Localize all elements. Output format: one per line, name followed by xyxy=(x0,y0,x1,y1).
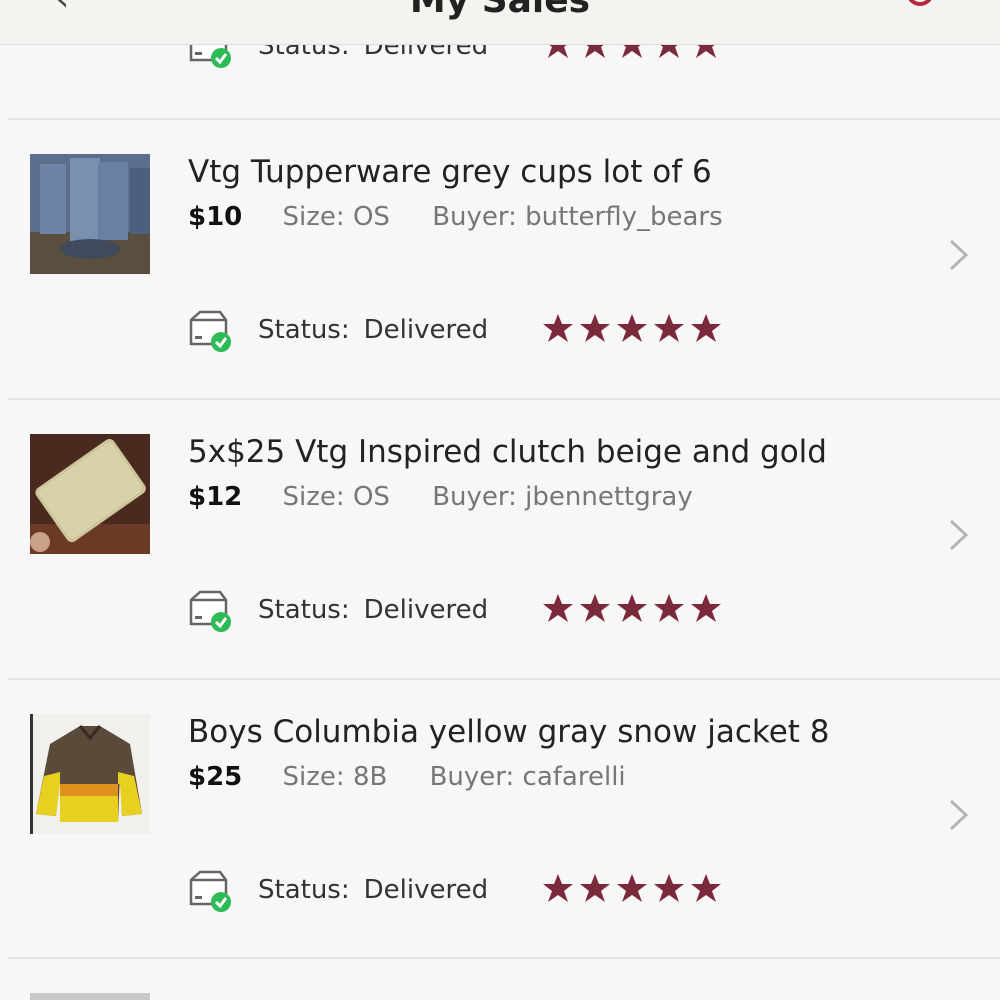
star-icon xyxy=(617,594,647,622)
star-icon xyxy=(543,594,573,622)
order-status: Status: Delivered xyxy=(188,866,488,914)
status-label: Status: xyxy=(258,315,350,345)
item-price: $10 xyxy=(188,202,243,232)
item-buyer: Buyer: jbennettgray xyxy=(432,482,693,512)
list-item[interactable]: 5x$25 Vtg Inspired clutch beige and gold… xyxy=(8,398,1000,678)
item-thumbnail xyxy=(30,154,150,274)
item-size: Size: OS xyxy=(282,482,390,512)
chevron-right-icon[interactable] xyxy=(948,518,970,552)
item-price: $25 xyxy=(188,762,243,792)
rating-stars xyxy=(542,593,727,623)
item-thumbnail xyxy=(30,434,150,554)
item-meta: $10 Size: OS Buyer: butterfly_bears xyxy=(188,202,723,232)
star-icon xyxy=(654,314,684,342)
star-icon xyxy=(654,594,684,622)
package-delivered-icon xyxy=(189,870,231,912)
item-thumbnail xyxy=(30,993,150,1000)
star-icon xyxy=(691,874,721,902)
item-buyer: Buyer: butterfly_bears xyxy=(432,202,723,232)
rating-stars xyxy=(542,873,727,903)
star-icon xyxy=(691,594,721,622)
status-value: Delivered xyxy=(363,595,489,625)
list-item[interactable]: Vtg Tupperware grey cups lot of 6 $10 Si… xyxy=(8,118,1000,398)
list-item-partial[interactable] xyxy=(8,957,1000,1000)
star-icon xyxy=(654,874,684,902)
status-value: Delivered xyxy=(363,315,489,345)
status-label: Status: xyxy=(258,875,350,905)
star-icon xyxy=(580,874,610,902)
star-icon xyxy=(580,594,610,622)
item-title: 5x$25 Vtg Inspired clutch beige and gold xyxy=(188,434,827,470)
chevron-right-icon[interactable] xyxy=(948,798,970,832)
item-buyer: Buyer: cafarelli xyxy=(429,762,626,792)
item-size: Size: 8B xyxy=(282,762,388,792)
my-sales-screen: ‹ My Sales Status: Delivered xyxy=(0,0,1000,1000)
item-meta: $25 Size: 8B Buyer: cafarelli xyxy=(188,762,626,792)
status-label: Status: xyxy=(258,595,350,625)
item-price: $12 xyxy=(188,482,243,512)
chevron-right-icon[interactable] xyxy=(948,238,970,272)
star-icon xyxy=(543,314,573,342)
star-icon xyxy=(617,874,647,902)
item-title: Vtg Tupperware grey cups lot of 6 xyxy=(188,154,712,190)
star-icon xyxy=(617,314,647,342)
status-value: Delivered xyxy=(363,875,489,905)
star-icon xyxy=(543,874,573,902)
page-title: My Sales xyxy=(409,0,591,21)
refresh-icon[interactable] xyxy=(900,0,940,16)
item-title: Boys Columbia yellow gray snow jacket 8 xyxy=(188,714,830,750)
package-delivered-icon xyxy=(189,590,231,632)
rating-stars xyxy=(542,313,727,343)
package-delivered-icon xyxy=(189,310,231,352)
top-nav-bar: ‹ My Sales xyxy=(0,0,1000,45)
item-size: Size: OS xyxy=(282,202,390,232)
star-icon xyxy=(691,314,721,342)
star-icon xyxy=(580,314,610,342)
item-thumbnail xyxy=(30,714,150,834)
order-status: Status: Delivered xyxy=(188,306,488,354)
order-status: Status: Delivered xyxy=(188,586,488,634)
list-item[interactable]: Boys Columbia yellow gray snow jacket 8 … xyxy=(8,678,1000,958)
item-meta: $12 Size: OS Buyer: jbennettgray xyxy=(188,482,693,512)
